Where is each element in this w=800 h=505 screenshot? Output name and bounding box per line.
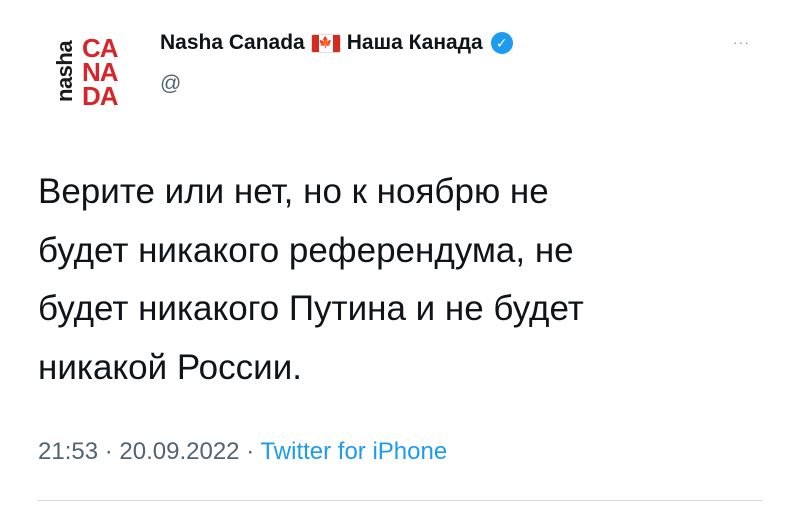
divider xyxy=(38,500,762,501)
avatar-side-text: nasha xyxy=(52,40,77,102)
avatar-logo-text: CA NA DA xyxy=(82,35,119,111)
meta-separator: · xyxy=(104,438,113,465)
author-handle[interactable]: @ xyxy=(160,72,181,96)
avatar-logo-line: DA xyxy=(82,81,119,111)
verified-badge-icon: ✓ xyxy=(490,32,513,54)
canada-flag-icon: 🍁 xyxy=(310,33,341,53)
author-name-row[interactable]: Nasha Canada 🍁 Наша Канада ✓ xyxy=(160,31,513,55)
avatar[interactable]: nasha CA NA DA xyxy=(40,24,140,124)
tweet-time[interactable]: 21:53 xyxy=(38,438,98,465)
tweet-meta: 21:53 · 20.09.2022 · Twitter for iPhone xyxy=(38,438,447,466)
tweet-card: nasha CA NA DA Nasha Canada 🍁 Наша Канад… xyxy=(0,0,800,505)
author-name-en[interactable]: Nasha Canada xyxy=(160,31,305,55)
tweet-text-line: будет никакого референдума, не xyxy=(38,230,574,270)
author-name-ru[interactable]: Наша Канада xyxy=(347,31,483,55)
tweet-source-link[interactable]: Twitter for iPhone xyxy=(260,438,447,465)
meta-separator: · xyxy=(246,438,255,465)
tweet-text-line: Верите или нет, но к ноябрю не xyxy=(38,172,549,211)
tweet-text-line: никакой России. xyxy=(38,347,302,387)
more-options-icon[interactable]: ··· xyxy=(733,34,750,50)
tweet-text-line: будет никакого Путина и не будет xyxy=(38,289,584,328)
tweet-text: Верите или нет, но к ноябрю не будет ник… xyxy=(38,163,758,397)
tweet-date[interactable]: 20.09.2022 xyxy=(119,438,239,465)
